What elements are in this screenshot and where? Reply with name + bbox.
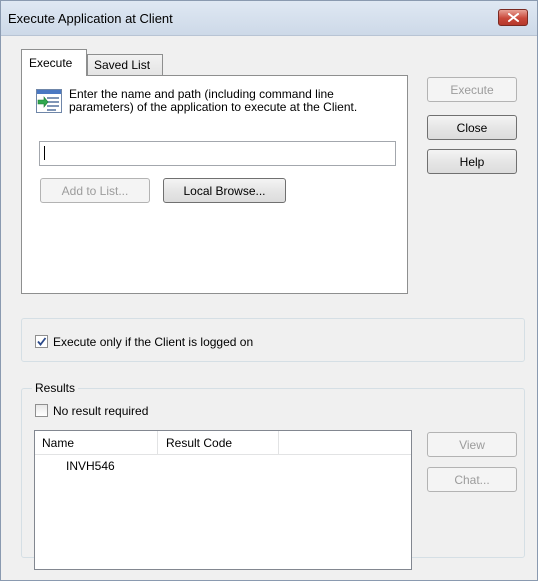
execute-button[interactable]: Execute	[427, 77, 517, 102]
application-icon	[36, 89, 62, 116]
execute-description: Enter the name and path (including comma…	[69, 87, 358, 114]
row-name-cell: INVH546	[66, 459, 115, 473]
local-browse-button[interactable]: Local Browse...	[163, 178, 286, 203]
no-result-checkbox[interactable]	[35, 404, 48, 417]
text-caret	[44, 146, 45, 160]
results-list[interactable]: Name Result Code INVH546	[34, 430, 412, 570]
add-to-list-button[interactable]: Add to List...	[40, 178, 150, 203]
column-header-result-code[interactable]: Result Code	[166, 436, 232, 450]
window-title: Execute Application at Client	[8, 11, 173, 26]
close-button[interactable]: Close	[427, 115, 517, 140]
column-separator[interactable]	[278, 431, 279, 454]
window-close-button[interactable]	[498, 9, 528, 26]
chat-button[interactable]: Chat...	[427, 467, 517, 492]
checkmark-icon	[37, 337, 47, 346]
results-list-header: Name Result Code	[35, 431, 411, 455]
view-button[interactable]: View	[427, 432, 517, 457]
dialog-window: Execute Application at Client Execute Sa…	[0, 0, 538, 581]
tab-saved-list[interactable]: Saved List	[87, 54, 163, 76]
column-header-name[interactable]: Name	[42, 436, 74, 450]
table-row[interactable]: INVH546	[35, 455, 411, 477]
tab-execute[interactable]: Execute	[21, 49, 87, 76]
no-result-label: No result required	[53, 404, 149, 418]
help-button[interactable]: Help	[427, 149, 517, 174]
results-group-label: Results	[32, 381, 79, 395]
column-separator[interactable]	[157, 431, 158, 454]
logged-on-label: Execute only if the Client is logged on	[53, 335, 254, 349]
logged-on-checkbox[interactable]	[35, 335, 48, 348]
close-icon	[508, 13, 519, 22]
application-path-input[interactable]	[39, 141, 396, 166]
title-bar: Execute Application at Client	[1, 1, 537, 36]
